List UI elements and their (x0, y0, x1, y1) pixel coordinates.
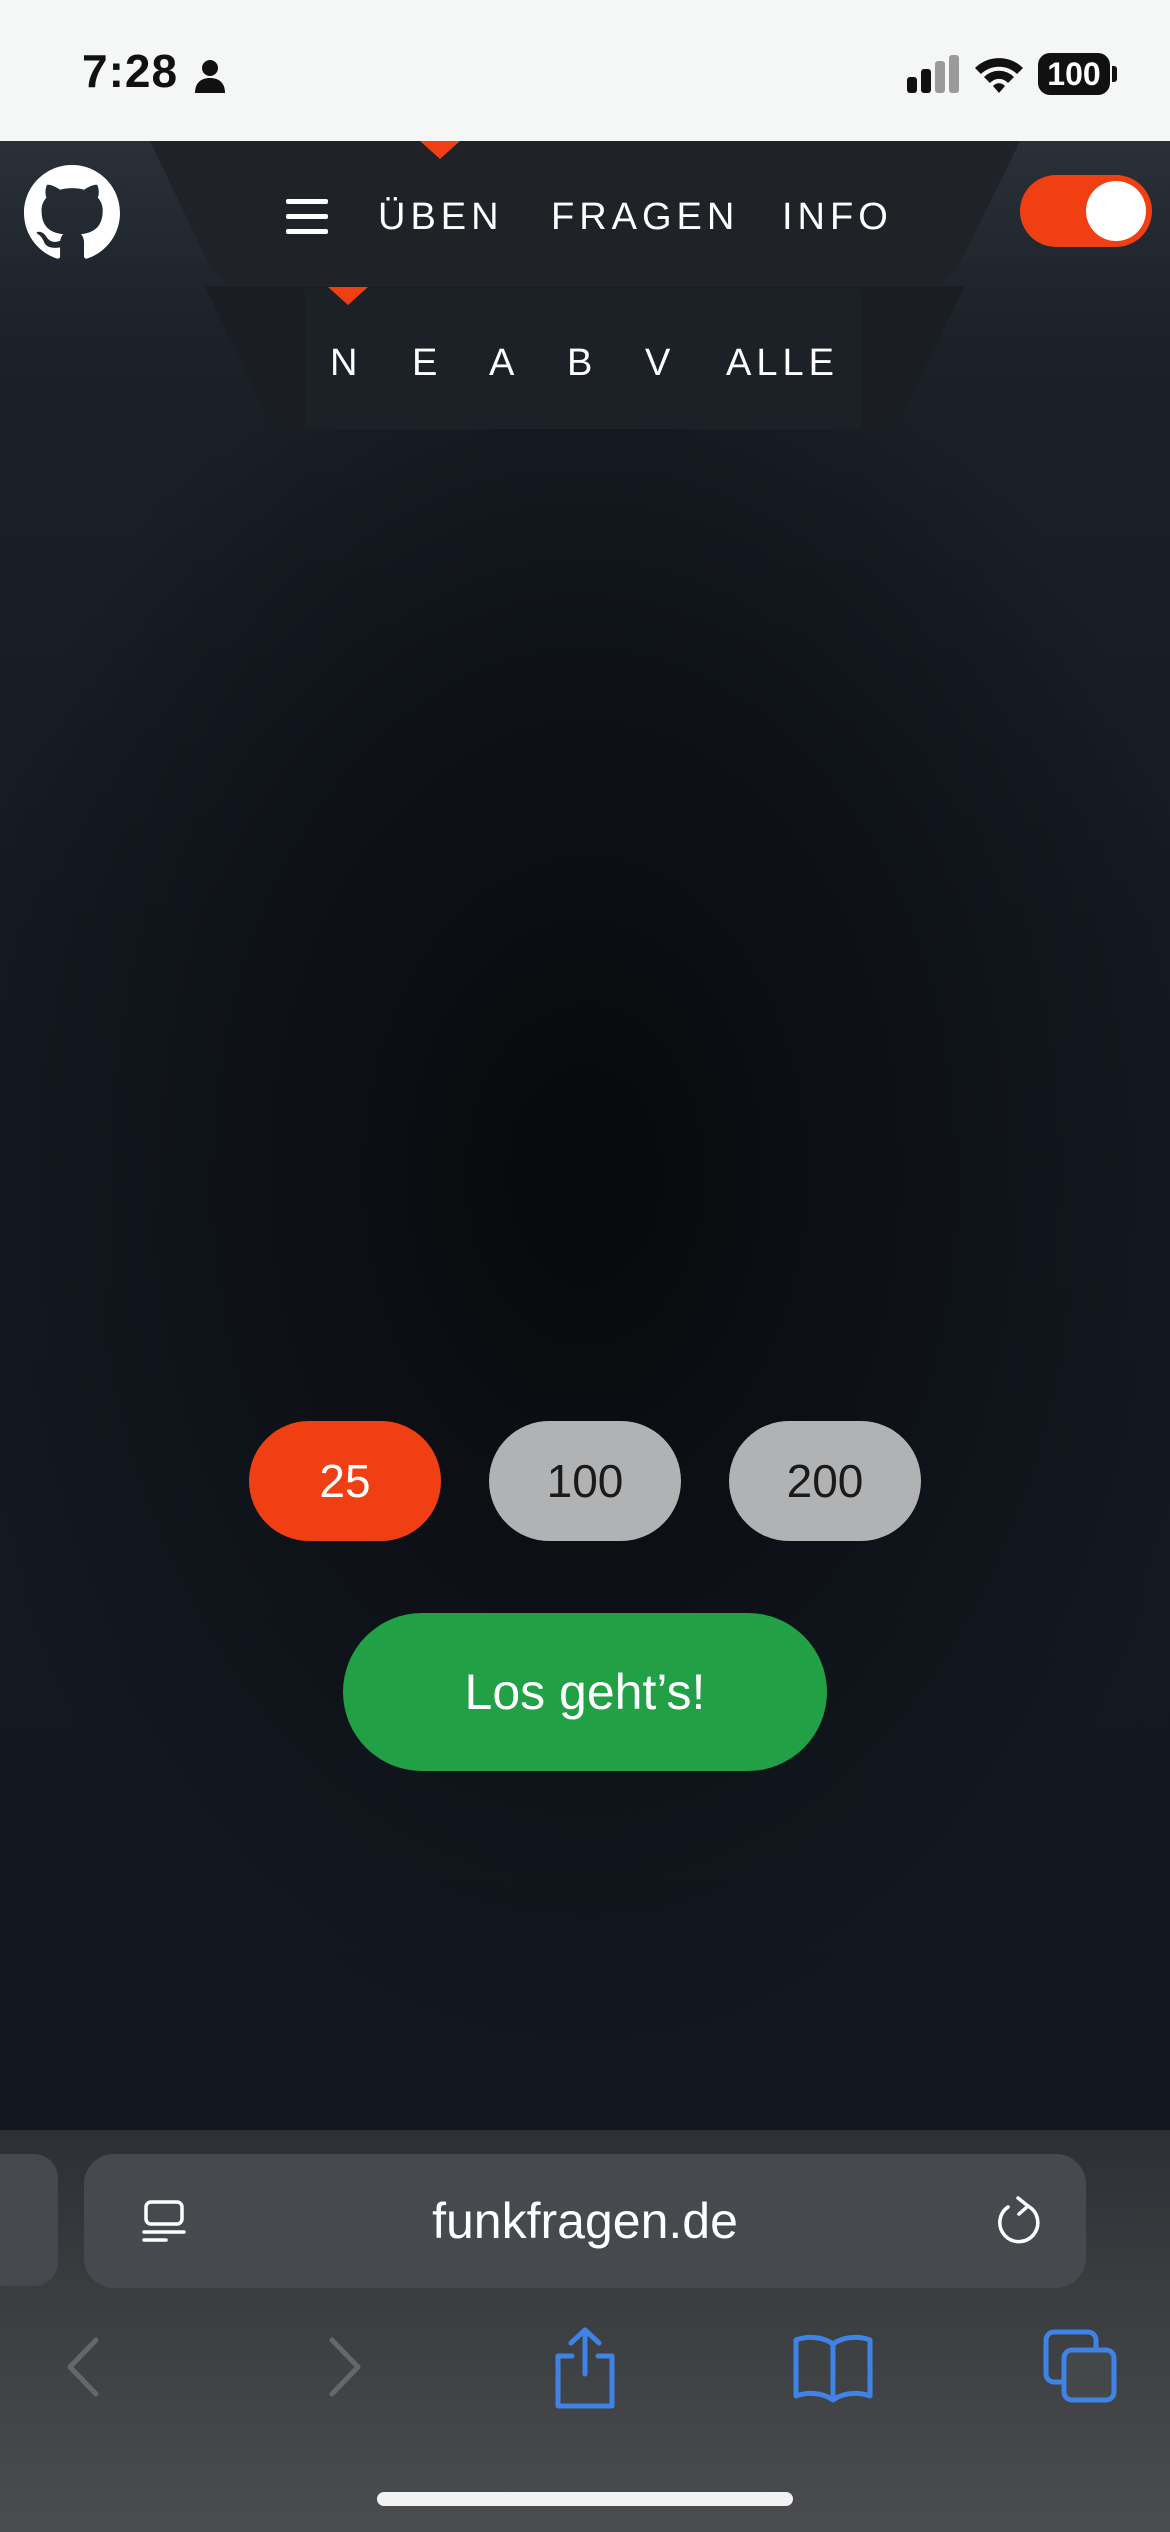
back-arrow-icon[interactable] (42, 2322, 132, 2412)
hamburger-menu-icon[interactable] (286, 199, 328, 235)
browser-toolbar: funkfragen.de (0, 2130, 1170, 2532)
person-icon (195, 60, 225, 93)
status-time: 7:28 (82, 45, 179, 97)
battery-cap (1112, 66, 1117, 82)
submenu-item-e[interactable]: E (412, 335, 442, 391)
submenu-active-indicator (328, 287, 368, 305)
nav-active-indicator (420, 141, 460, 159)
url-text: funkfragen.de (432, 2193, 738, 2249)
submenu-item-n[interactable]: N (330, 335, 362, 391)
submenu-item-a[interactable]: A (489, 335, 519, 391)
tabs-icon[interactable] (1036, 2322, 1126, 2412)
address-bar[interactable]: funkfragen.de (84, 2154, 1086, 2288)
submenu-item-alle[interactable]: ALLE (726, 335, 839, 391)
reload-icon[interactable] (992, 2194, 1048, 2250)
nav-item-info[interactable]: INFO (782, 189, 893, 245)
cellular-signal-icon (907, 55, 959, 93)
share-icon[interactable] (540, 2322, 630, 2412)
count-25-button[interactable]: 25 (249, 1421, 441, 1541)
count-100-button[interactable]: 100 (489, 1421, 681, 1541)
nav-item-fragen[interactable]: FRAGEN (551, 189, 739, 245)
reader-mode-icon[interactable] (136, 2194, 192, 2250)
previous-tab-preview[interactable] (0, 2154, 58, 2286)
submenu-item-b[interactable]: B (567, 335, 597, 391)
submenu-item-v[interactable]: V (645, 335, 675, 391)
start-button[interactable]: Los geht’s! (343, 1613, 827, 1771)
wifi-icon (975, 58, 1023, 93)
app-content: ÜBEN FRAGEN INFO N E A B V ALLE 25 100 2… (0, 141, 1170, 2130)
forward-arrow-icon[interactable] (296, 2322, 386, 2412)
home-indicator (377, 2492, 793, 2506)
status-bar: 7:28 100 (0, 0, 1170, 141)
dark-mode-toggle[interactable] (1020, 175, 1152, 247)
nav-item-ueben[interactable]: ÜBEN (378, 189, 504, 245)
toggle-knob (1086, 181, 1146, 241)
bookmarks-icon[interactable] (788, 2322, 878, 2412)
count-200-button[interactable]: 200 (729, 1421, 921, 1541)
github-icon[interactable] (24, 165, 120, 261)
battery-icon: 100 (1038, 53, 1110, 95)
